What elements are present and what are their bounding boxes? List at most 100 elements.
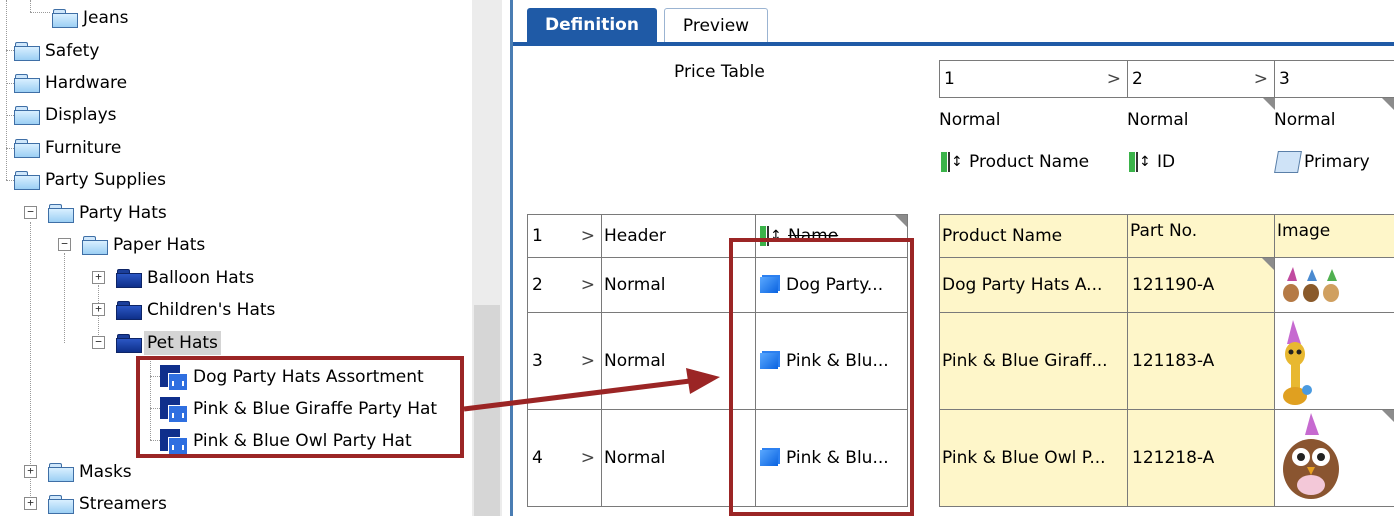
column-header-2[interactable]: 2 >: [1127, 60, 1275, 98]
chevron-right-icon[interactable]: >: [1107, 69, 1127, 89]
column-2-field[interactable]: ↕ ID: [1127, 140, 1275, 184]
column-3-field[interactable]: Primary: [1274, 140, 1394, 184]
tree-item-label: Hardware: [45, 73, 128, 93]
expand-childrens-hats-toggle[interactable]: +: [92, 303, 105, 316]
expand-streamers-toggle[interactable]: +: [24, 497, 37, 510]
folder-icon: [116, 269, 142, 288]
row-header-4[interactable]: 4 >: [527, 409, 602, 507]
collapse-party-hats-toggle[interactable]: −: [24, 206, 37, 219]
row-number: 1: [532, 226, 543, 246]
image-field-icon: [1274, 151, 1302, 173]
tree-item-paper-hats[interactable]: Paper Hats: [82, 232, 208, 258]
column-header-1[interactable]: 1 >: [939, 60, 1128, 98]
folder-icon: [14, 106, 40, 125]
chevron-right-icon[interactable]: >: [581, 351, 601, 371]
folder-icon: [14, 139, 40, 158]
row-header-3[interactable]: 3 >: [527, 312, 602, 410]
column-1-type[interactable]: Normal: [939, 110, 1001, 130]
folder-icon: [48, 495, 74, 514]
grid-cell-product-name[interactable]: Pink & Blue Giraff...: [939, 312, 1128, 410]
column-number: 1: [944, 69, 955, 89]
tree-item-displays[interactable]: Displays: [14, 102, 120, 128]
tree-item-pet-hats[interactable]: Pet Hats: [116, 330, 221, 356]
text-field-icon: ↕: [941, 151, 963, 173]
tree-item-label: Party Supplies: [45, 170, 166, 190]
tree-item-safety[interactable]: Safety: [14, 38, 102, 64]
grid-cell-product-name[interactable]: Pink & Blue Owl P...: [939, 409, 1128, 507]
column-header-3[interactable]: 3: [1274, 60, 1394, 98]
highlight-box-row-names: [729, 238, 914, 516]
row-header-1[interactable]: 1 >: [527, 214, 602, 258]
chevron-right-icon[interactable]: >: [1254, 69, 1274, 89]
grid-cell-image[interactable]: [1274, 312, 1394, 410]
dog-hats-thumbnail: [1283, 267, 1339, 302]
tree-item-party-hats[interactable]: Party Hats: [48, 200, 170, 226]
tree-item-streamers[interactable]: Streamers: [48, 491, 170, 517]
text-field-icon: ↕: [1129, 151, 1151, 173]
scrollbar-thumb[interactable]: [474, 305, 500, 516]
field-label: Product Name: [969, 152, 1090, 172]
field-label: Primary: [1304, 152, 1370, 172]
expand-balloon-hats-toggle[interactable]: +: [92, 271, 105, 284]
tree-item-label: Displays: [45, 105, 117, 125]
folder-icon: [14, 74, 40, 93]
tree-item-label: Streamers: [79, 494, 167, 514]
tree-item-label: Furniture: [45, 138, 122, 158]
tree-item-balloon-hats[interactable]: Balloon Hats: [116, 265, 257, 291]
tree-item-label: Paper Hats: [113, 235, 206, 255]
row-number: 2: [532, 275, 543, 295]
tab-definition[interactable]: Definition: [527, 8, 657, 42]
tree-item-furniture[interactable]: Furniture: [14, 135, 124, 161]
column-1-field[interactable]: ↕ Product Name: [939, 140, 1128, 184]
folder-icon: [14, 42, 40, 61]
tree-item-label: Masks: [79, 462, 132, 482]
grid-header-product-name[interactable]: Product Name: [939, 214, 1128, 258]
collapse-paper-hats-toggle[interactable]: −: [58, 238, 71, 251]
column-2-type-corner: [1127, 98, 1275, 138]
folder-icon: [82, 236, 108, 255]
tree-item-jeans[interactable]: Jeans: [52, 5, 132, 31]
tree-item-party-supplies[interactable]: Party Supplies: [14, 167, 169, 193]
tree-item-label: Pet Hats: [144, 331, 221, 355]
folder-icon: [48, 463, 74, 482]
tree-item-masks[interactable]: Masks: [48, 459, 135, 485]
tree-item-label: Party Hats: [79, 203, 167, 223]
grid-cell-image[interactable]: [1274, 409, 1394, 507]
tree-item-childrens-hats[interactable]: Children's Hats: [116, 297, 278, 323]
folder-icon: [14, 171, 40, 190]
column-number: 2: [1132, 69, 1143, 89]
column-3-type-corner: [1274, 98, 1394, 138]
grid-header-image[interactable]: Image: [1274, 214, 1394, 258]
grid-cell-part-no[interactable]: 121183-A: [1127, 312, 1275, 410]
grid-header-part-no[interactable]: Part No.: [1127, 214, 1275, 258]
grid-cell-part-no[interactable]: 121190-A: [1127, 257, 1275, 313]
folder-icon: [116, 301, 142, 320]
row-number: 4: [532, 448, 543, 468]
owl-hat-thumbnail: [1283, 413, 1339, 499]
collapse-pet-hats-toggle[interactable]: −: [92, 336, 105, 349]
chevron-right-icon[interactable]: >: [581, 448, 601, 468]
chevron-right-icon[interactable]: >: [581, 226, 601, 246]
tree-scrollbar[interactable]: [472, 0, 502, 516]
folder-icon: [52, 9, 78, 28]
expand-masks-toggle[interactable]: +: [24, 465, 37, 478]
grid-cell-image[interactable]: [1274, 257, 1394, 313]
panel-divider: [510, 0, 513, 516]
folder-icon: [116, 334, 142, 353]
highlight-box-tree-products: [136, 356, 464, 458]
column-number: 3: [1279, 69, 1290, 89]
folder-icon: [48, 204, 74, 223]
tab-preview[interactable]: Preview: [664, 8, 768, 43]
row-number: 3: [532, 351, 543, 371]
tab-underline: [513, 42, 1394, 46]
tree-item-label: Safety: [45, 41, 100, 61]
row-header-2[interactable]: 2 >: [527, 257, 602, 313]
grid-cell-product-name[interactable]: Dog Party Hats A...: [939, 257, 1128, 313]
tree-item-label: Children's Hats: [147, 300, 276, 320]
tree-item-label: Jeans: [83, 8, 129, 28]
grid-cell-part-no[interactable]: 121218-A: [1127, 409, 1275, 507]
giraffe-hat-thumbnail: [1283, 320, 1312, 405]
chevron-right-icon[interactable]: >: [581, 275, 601, 295]
tree-item-hardware[interactable]: Hardware: [14, 70, 130, 96]
tree-item-label: Balloon Hats: [147, 268, 255, 288]
